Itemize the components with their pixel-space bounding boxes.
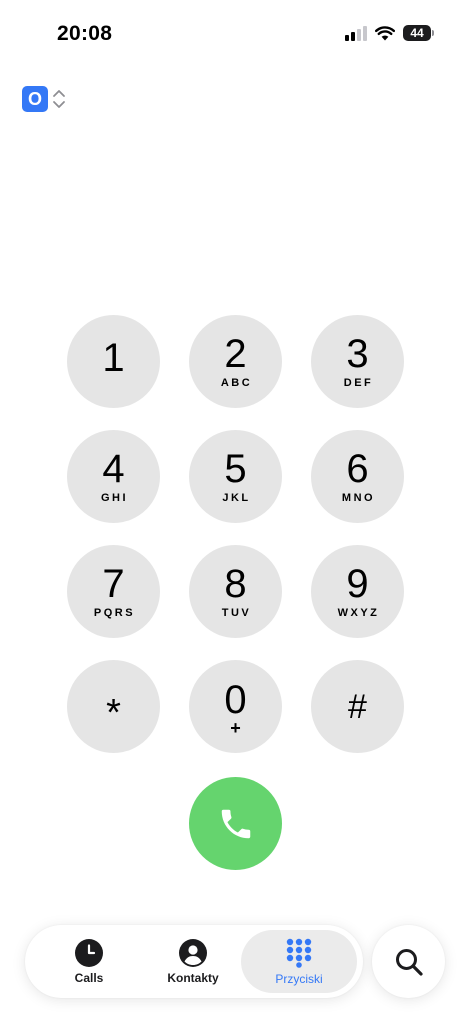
status-icons: 44 (345, 25, 434, 41)
key-digit: 7 (102, 562, 125, 606)
dial-keypad: 1 2 ABC 3 DEF 4 GHI 5 JKL 6 MNO 7 PQRS 8… (67, 315, 405, 753)
tab-bar: Calls Kontakty Przyciski (25, 925, 363, 998)
key-letters: MNO (341, 492, 376, 504)
key-6[interactable]: 6 MNO (311, 430, 404, 523)
tab-contacts[interactable]: Kontakty (141, 930, 245, 993)
tab-label: Przyciski (275, 971, 323, 986)
tab-label: Kontakty (167, 970, 219, 985)
clock-icon (75, 938, 103, 967)
sim-selector[interactable]: O (22, 86, 66, 112)
key-digit: 9 (346, 562, 369, 606)
key-letters: + (230, 717, 241, 738)
signal-icon (345, 25, 367, 41)
key-digit: * (106, 691, 121, 734)
key-letters: GHI (100, 492, 129, 504)
contact-icon (179, 938, 207, 967)
key-letters: ABC (220, 377, 253, 389)
key-digit: 5 (224, 447, 247, 491)
keypad-icon (286, 938, 312, 968)
key-letters: TUV (221, 607, 252, 619)
sim-badge: O (22, 86, 48, 112)
key-4[interactable]: 4 GHI (67, 430, 160, 523)
key-5[interactable]: 5 JKL (189, 430, 282, 523)
key-letters: WXYZ (337, 607, 380, 619)
search-button[interactable] (372, 925, 445, 998)
key-9[interactable]: 9 WXYZ (311, 545, 404, 638)
key-star[interactable]: * (67, 660, 160, 753)
key-2[interactable]: 2 ABC (189, 315, 282, 408)
phone-icon (221, 809, 250, 838)
wifi-icon (375, 25, 395, 40)
status-time: 20:08 (57, 22, 113, 45)
key-letters: PQRS (93, 607, 136, 619)
search-icon (395, 948, 423, 976)
key-letters: DEF (343, 377, 374, 389)
key-digit: 3 (346, 332, 369, 376)
key-hash[interactable]: # (311, 660, 404, 753)
key-7[interactable]: 7 PQRS (67, 545, 160, 638)
key-letters: JKL (222, 492, 251, 504)
key-digit: 2 (224, 332, 247, 376)
battery-level: 44 (403, 25, 431, 41)
key-digit: # (348, 687, 367, 726)
tab-keypad[interactable]: Przyciski (241, 930, 357, 993)
key-digit: 0 (224, 677, 247, 722)
key-digit: 4 (102, 447, 125, 491)
key-1[interactable]: 1 (67, 315, 160, 408)
key-digit: 1 (102, 335, 125, 380)
key-digit: 8 (224, 562, 247, 606)
battery-icon: 44 (403, 25, 434, 41)
key-3[interactable]: 3 DEF (311, 315, 404, 408)
key-digit: 6 (346, 447, 369, 491)
chevron-up-down-icon (53, 90, 65, 108)
key-0[interactable]: 0 + (189, 660, 282, 753)
tab-label: Calls (74, 970, 104, 985)
key-8[interactable]: 8 TUV (189, 545, 282, 638)
tab-calls[interactable]: Calls (37, 930, 141, 993)
call-button[interactable] (189, 777, 282, 870)
